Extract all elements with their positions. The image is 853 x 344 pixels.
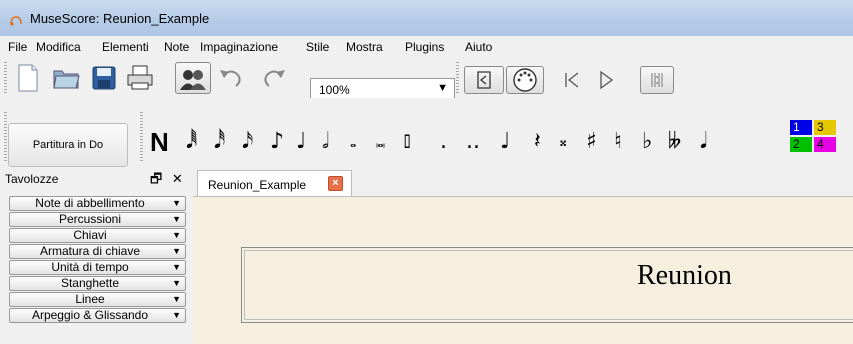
toolbar-grip[interactable]: [456, 62, 459, 94]
duration-breve-icon[interactable]: 𝅜: [376, 120, 385, 164]
palette-item-armatura-di-chiave[interactable]: Armatura di chiave ▼: [9, 244, 186, 259]
dock-controls: 🗗 ✕: [150, 170, 183, 192]
undo-icon[interactable]: [215, 62, 247, 94]
close-tab-icon[interactable]: ×: [328, 176, 343, 191]
new-file-icon[interactable]: [12, 62, 44, 94]
chevron-down-icon: ▼: [172, 294, 181, 304]
menu-stile[interactable]: Stile: [306, 40, 329, 54]
chevron-down-icon: ▼: [172, 198, 181, 208]
concert-pitch-label: Partitura in Do: [32, 139, 104, 151]
chevron-down-icon: ▼: [172, 278, 181, 288]
menu-impaginazione[interactable]: Impaginazione: [200, 40, 278, 54]
voice-4-button[interactable]: 4: [814, 137, 836, 152]
score-tab-bar: Reunion_Example ×: [193, 168, 853, 197]
midi-input-toggle[interactable]: [506, 66, 544, 94]
close-icon[interactable]: ✕: [172, 171, 183, 186]
duration-eighth-icon[interactable]: ♪: [270, 120, 284, 164]
sharp-icon[interactable]: ♯: [586, 120, 597, 164]
palette-item-linee[interactable]: Linee ▼: [9, 292, 186, 307]
palette-item-chiavi[interactable]: Chiavi ▼: [9, 228, 186, 243]
chevron-down-icon: ▼: [437, 82, 448, 94]
toolbar-grip[interactable]: [4, 112, 7, 162]
concert-pitch-button[interactable]: Partitura in Do: [8, 123, 128, 167]
open-file-icon[interactable]: [50, 62, 82, 94]
chevron-down-icon: ▼: [172, 214, 181, 224]
mixer-button[interactable]: [175, 62, 211, 94]
voice-3-button[interactable]: 3: [814, 120, 836, 135]
duration-half-icon[interactable]: 𝅗𝅥: [322, 120, 329, 164]
palette-item-percussioni[interactable]: Percussioni ▼: [9, 212, 186, 227]
menu-modifica[interactable]: Modifica: [36, 40, 81, 54]
float-icon[interactable]: 🗗: [150, 171, 162, 186]
double-dot-button[interactable]: ..: [466, 120, 480, 164]
score-canvas[interactable]: Reunion: [193, 197, 853, 344]
chevron-down-icon: ▼: [172, 310, 181, 320]
tab-label: Reunion_Example: [208, 178, 307, 192]
menu-file[interactable]: File: [8, 40, 27, 54]
mixer-icon: [177, 63, 209, 95]
note-entry-mode-button[interactable]: N: [150, 120, 169, 164]
play-panel-speaker-toggle[interactable]: [464, 66, 504, 94]
palette-dock: Tavolozze 🗗 ✕ Note di abbellimento ▼ Perc…: [0, 168, 194, 344]
voice-1-button[interactable]: 1: [790, 120, 812, 135]
chevron-down-icon: ▼: [172, 262, 181, 272]
toolbar-grip[interactable]: [140, 112, 143, 162]
flip-direction-icon[interactable]: 𝅘𝅥: [700, 120, 707, 164]
duration-64th-icon[interactable]: 𝅘𝅥𝅱: [186, 120, 197, 164]
toolbar-grip[interactable]: [4, 62, 7, 94]
play-icon[interactable]: [590, 64, 622, 96]
title-frame[interactable]: Reunion: [241, 247, 853, 323]
palette-item-stanghette[interactable]: Stanghette ▼: [9, 276, 186, 291]
duration-32nd-icon[interactable]: 𝅘𝅥𝅰: [214, 120, 225, 164]
loop-toggle[interactable]: [640, 66, 674, 94]
palette-item-arpeggio-glissando[interactable]: Arpeggio & Glissando ▼: [9, 308, 186, 323]
title-bar: MuseScore: Reunion_Example: [0, 0, 853, 36]
title-frame-inner: [244, 250, 853, 320]
duration-whole-icon[interactable]: 𝅝: [350, 120, 356, 164]
redo-icon[interactable]: [258, 62, 290, 94]
menu-mostra[interactable]: Mostra: [346, 40, 383, 54]
voice-2-button[interactable]: 2: [790, 137, 812, 152]
zoom-select[interactable]: 100% ▼: [310, 78, 455, 100]
menu-plugins[interactable]: Plugins: [405, 40, 444, 54]
flat-icon[interactable]: ♭: [642, 120, 652, 164]
natural-icon[interactable]: ♮: [614, 120, 622, 164]
duration-quarter-icon[interactable]: ♩: [296, 120, 306, 164]
score-title[interactable]: Reunion: [637, 260, 732, 292]
palette-title: Tavolozze: [5, 172, 59, 186]
midi-input-icon: [509, 64, 541, 96]
rest-icon[interactable]: 𝄽: [534, 120, 541, 164]
tab-reunion-example[interactable]: Reunion_Example ×: [197, 170, 352, 196]
loop-icon: [641, 64, 673, 96]
save-icon[interactable]: [88, 62, 120, 94]
rewind-icon[interactable]: [556, 64, 588, 96]
duration-16th-icon[interactable]: 𝅘𝅥𝅯: [242, 120, 253, 164]
speaker-icon: [468, 64, 500, 96]
palette-item-note-di-abbellimento[interactable]: Note di abbellimento ▼: [9, 196, 186, 211]
print-icon[interactable]: [124, 62, 156, 94]
menu-elementi[interactable]: Elementi: [102, 40, 149, 54]
tie-icon[interactable]: ♩: [500, 120, 510, 164]
zoom-value: 100%: [319, 83, 350, 97]
chevron-down-icon: ▼: [172, 246, 181, 256]
window-title: MuseScore: Reunion_Example: [30, 11, 210, 26]
double-sharp-icon[interactable]: 𝄪: [560, 120, 566, 164]
duration-longa-icon[interactable]: 𝅚: [404, 120, 410, 164]
palette-item-unita-di-tempo[interactable]: Unità di tempo ▼: [9, 260, 186, 275]
musescore-logo-icon: [10, 16, 22, 26]
menu-note[interactable]: Note: [164, 40, 189, 54]
menu-bar: File Modifica Elementi Note Impaginazion…: [0, 36, 853, 58]
dot-button[interactable]: .: [440, 120, 447, 164]
chevron-down-icon: ▼: [172, 230, 181, 240]
menu-aiuto[interactable]: Aiuto: [465, 40, 492, 54]
double-flat-icon[interactable]: 𝄫: [668, 120, 681, 164]
